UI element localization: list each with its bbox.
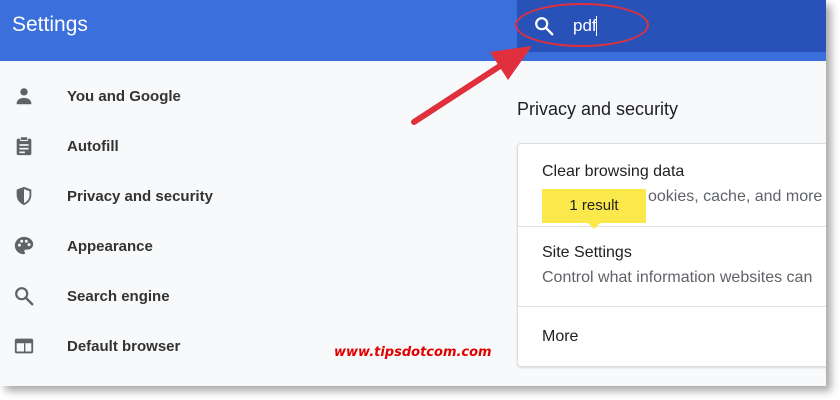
search-result-badge: 1 result: [542, 189, 646, 223]
section-title: Privacy and security: [517, 99, 679, 119]
site-settings-subtitle: Control what information websites can: [542, 269, 813, 286]
sidebar-item-autofill[interactable]: Autofill: [0, 124, 300, 168]
sidebar-item-label: Autofill: [67, 138, 119, 155]
sidebar-item-label: Default browser: [67, 338, 181, 355]
palette-icon: [14, 236, 34, 255]
page-title: Settings: [12, 13, 88, 36]
annotation-arrow: [411, 46, 532, 125]
watermark: www.tipsdotcom.com: [334, 345, 492, 360]
person-icon: [16, 88, 32, 105]
sidebar-item-label: Appearance: [67, 238, 153, 255]
more-link[interactable]: More: [542, 328, 578, 346]
sidebar-item-search-engine[interactable]: Search engine: [0, 274, 300, 318]
divider: [518, 226, 826, 227]
sidebar-item-default-browser[interactable]: Default browser: [0, 324, 300, 368]
clear-browsing-data-subtitle: ookies, cache, and more: [648, 188, 823, 205]
badge-pointer: [588, 223, 600, 229]
sidebar-item-privacy-and-security[interactable]: Privacy and security: [0, 174, 300, 218]
divider: [518, 306, 826, 307]
site-settings-title[interactable]: Site Settings: [542, 244, 632, 262]
clipboard-icon: [16, 136, 32, 156]
shield-icon: [16, 186, 32, 206]
search-icon: [15, 287, 34, 306]
annotation-ellipse: [515, 3, 649, 47]
settings-card: Clear browsing data ookies, cache, and m…: [517, 143, 826, 367]
sidebar-item-label: Privacy and security: [67, 188, 213, 205]
browser-window-icon: [14, 338, 34, 354]
sidebar-item-label: Search engine: [67, 288, 170, 305]
sidebar-item-appearance[interactable]: Appearance: [0, 224, 300, 268]
sidebar-item-label: You and Google: [67, 88, 181, 105]
settings-window: Settings pdf You and Google Autofill Pri…: [0, 0, 826, 386]
clear-browsing-data-title[interactable]: Clear browsing data: [542, 163, 684, 181]
sidebar-item-you-and-google[interactable]: You and Google: [0, 74, 300, 118]
